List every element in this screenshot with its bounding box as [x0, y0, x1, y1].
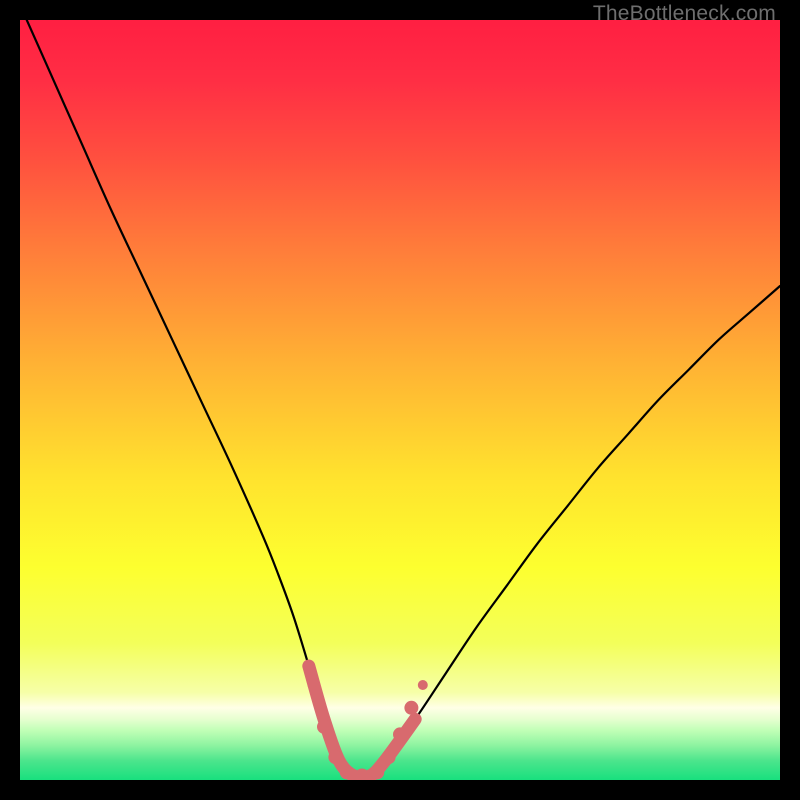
trough-marker [418, 680, 428, 690]
chart-frame: TheBottleneck.com [0, 0, 800, 800]
trough-marker [328, 750, 342, 764]
trough-marker [317, 720, 331, 734]
trough-marker [340, 765, 354, 779]
bottleneck-chart [20, 20, 780, 780]
trough-marker [393, 727, 407, 741]
watermark-text: TheBottleneck.com [593, 2, 776, 26]
trough-marker [382, 750, 396, 764]
trough-marker [404, 701, 418, 715]
trough-marker [370, 765, 384, 779]
trough-marker [308, 680, 318, 690]
gradient-background [20, 20, 780, 780]
plot-area [20, 20, 780, 780]
